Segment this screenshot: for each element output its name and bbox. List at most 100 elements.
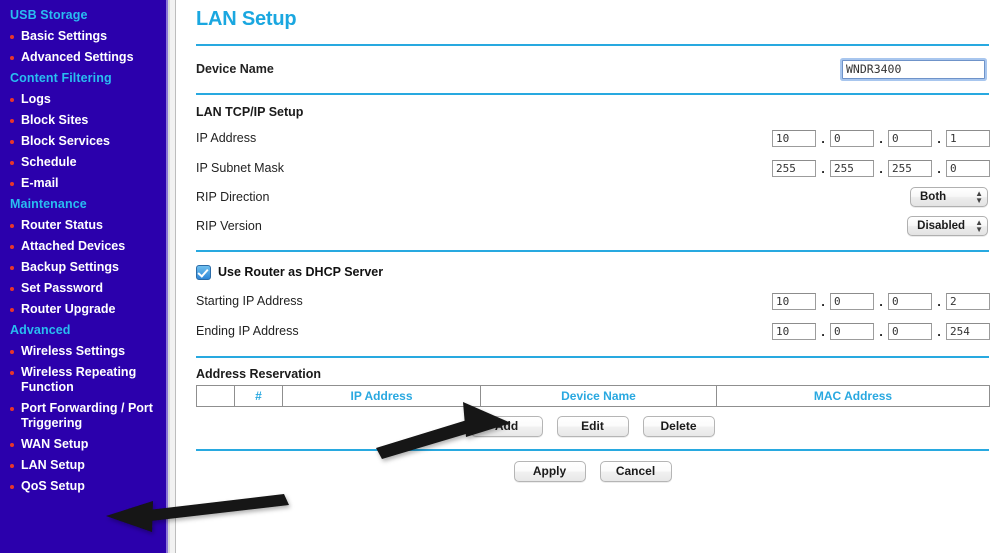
edit-button[interactable]: Edit: [556, 416, 629, 437]
sidebar-item-set-password[interactable]: Set Password: [0, 278, 166, 299]
sidebar-item-label: WAN Setup: [21, 437, 89, 451]
ending-ip-octet-1-input[interactable]: [772, 322, 816, 340]
subnet-mask-octet-3-input[interactable]: [888, 159, 932, 177]
bullet-icon: [10, 371, 14, 375]
octet-separator: .: [879, 293, 883, 309]
sidebar-item-basic-settings[interactable]: Basic Settings: [0, 26, 166, 47]
table-header-mac-address: MAC Address: [716, 385, 990, 407]
main-content: LAN Setup Device Name LAN TCP/IP Setup I…: [184, 0, 1000, 553]
bullet-icon: [10, 98, 14, 102]
rip-direction-field: Both ▲ ▼: [910, 187, 988, 207]
sidebar-item-block-services[interactable]: Block Services: [0, 131, 166, 152]
ip-address-octet-4-input[interactable]: [946, 129, 990, 147]
table-action-buttons: Add Edit Delete: [196, 416, 989, 437]
ending-ip-octet-3-input[interactable]: [888, 322, 932, 340]
starting-ip-octet-2-input[interactable]: [830, 292, 874, 310]
sidebar-item-wan-setup[interactable]: WAN Setup: [0, 434, 166, 455]
subnet-mask-row: IP Subnet Mask ...: [190, 155, 990, 181]
rip-version-select[interactable]: Disabled ▲ ▼: [907, 216, 988, 236]
device-name-label: Device Name: [196, 62, 274, 76]
octet-separator: .: [937, 160, 941, 176]
octet-separator: .: [821, 160, 825, 176]
sidebar-item-attached-devices[interactable]: Attached Devices: [0, 236, 166, 257]
checkbox-checked-icon[interactable]: [196, 264, 211, 280]
dhcp-server-checkbox-row[interactable]: Use Router as DHCP Server: [190, 260, 990, 284]
sidebar-item-label: Schedule: [21, 155, 77, 169]
sidebar-item-label: Basic Settings: [21, 29, 108, 43]
ip-address-row: IP Address ...: [190, 125, 990, 151]
sidebar-item-backup-settings[interactable]: Backup Settings: [0, 257, 166, 278]
table-header-row: # IP Address Device Name MAC Address: [196, 385, 990, 407]
starting-ip-octet-4-input[interactable]: [946, 292, 990, 310]
ending-ip-octet-2-input[interactable]: [830, 322, 874, 340]
bullet-icon: [10, 119, 14, 123]
starting-ip-row: Starting IP Address ...: [190, 288, 990, 314]
sidebar-item-router-upgrade[interactable]: Router Upgrade: [0, 299, 166, 320]
ip-address-octet-3-input[interactable]: [888, 129, 932, 147]
bullet-icon: [10, 350, 14, 354]
subnet-mask-octet-4-input[interactable]: [946, 159, 990, 177]
sidebar-section-content-filtering: Content Filtering: [10, 71, 112, 85]
select-arrows-icon: ▲ ▼: [975, 189, 983, 205]
bullet-icon: [10, 485, 14, 489]
subnet-mask-octet-2-input[interactable]: [830, 159, 874, 177]
octet-separator: .: [937, 130, 941, 146]
ending-ip-octets: ...: [772, 322, 990, 340]
add-button[interactable]: Add: [470, 416, 543, 437]
bullet-icon: [10, 464, 14, 468]
octet-separator: .: [937, 323, 941, 339]
rip-direction-value: Both: [920, 191, 947, 203]
sidebar-item-wireless-settings[interactable]: Wireless Settings: [0, 341, 166, 362]
divider-after-device-name: [196, 93, 989, 95]
cancel-button[interactable]: Cancel: [599, 461, 672, 482]
rip-direction-select[interactable]: Both ▲ ▼: [910, 187, 988, 207]
octet-separator: .: [879, 160, 883, 176]
sidebar-item-label: Wireless Settings: [21, 344, 126, 358]
starting-ip-octet-3-input[interactable]: [888, 292, 932, 310]
sidebar-nav: USB Storage Basic Settings Advanced Settin…: [0, 0, 166, 553]
ip-address-octet-1-input[interactable]: [772, 129, 816, 147]
table-header-select: [196, 385, 235, 407]
rip-version-value: Disabled: [917, 220, 966, 232]
octet-separator: .: [821, 293, 825, 309]
rip-direction-label: RIP Direction: [196, 190, 270, 204]
sidebar-item-schedule[interactable]: Schedule: [0, 152, 166, 173]
ending-ip-octet-4-input[interactable]: [946, 322, 990, 340]
divider-top: [196, 44, 989, 46]
router-admin-page: USB Storage Basic Settings Advanced Settin…: [0, 0, 1000, 553]
bullet-icon: [10, 407, 14, 411]
sidebar-item-port-forwarding-port-triggering[interactable]: Port Forwarding / Port Triggering: [0, 398, 166, 434]
octet-separator: .: [821, 323, 825, 339]
table-header-device-name: Device Name: [480, 385, 717, 407]
sidebar-item-qos-setup[interactable]: QoS Setup: [0, 476, 166, 497]
table-header--: #: [234, 385, 283, 407]
sidebar-item-label: Router Status: [21, 218, 103, 232]
starting-ip-octet-1-input[interactable]: [772, 292, 816, 310]
bullet-icon: [10, 287, 14, 291]
sidebar-item-router-status[interactable]: Router Status: [0, 215, 166, 236]
sidebar-item-wireless-repeating-function[interactable]: Wireless Repeating Function: [0, 362, 166, 398]
bullet-icon: [10, 161, 14, 165]
delete-button[interactable]: Delete: [642, 416, 715, 437]
subnet-mask-octet-1-input[interactable]: [772, 159, 816, 177]
sidebar-item-block-sites[interactable]: Block Sites: [0, 110, 166, 131]
divider-after-tcpip: [196, 250, 989, 252]
sidebar-item-advanced-settings[interactable]: Advanced Settings: [0, 47, 166, 68]
ip-address-label: IP Address: [196, 131, 257, 145]
sidebar-item-label: QoS Setup: [21, 479, 85, 493]
sidebar-item-logs[interactable]: Logs: [0, 89, 166, 110]
sidebar-item-lan-setup[interactable]: LAN Setup: [0, 455, 166, 476]
sidebar-section-usb-storage: USB Storage: [10, 8, 88, 22]
ip-address-octet-2-input[interactable]: [830, 129, 874, 147]
address-reservation-heading: Address Reservation: [196, 367, 322, 381]
device-name-field-group: [842, 59, 985, 79]
ending-ip-row: Ending IP Address ...: [190, 318, 990, 344]
apply-button[interactable]: Apply: [513, 461, 586, 482]
bullet-icon: [10, 245, 14, 249]
sidebar-item-label: Logs: [21, 92, 51, 106]
sidebar-item-e-mail[interactable]: E-mail: [0, 173, 166, 194]
dhcp-server-checkbox-label: Use Router as DHCP Server: [218, 265, 384, 279]
sidebar-item-label: Router Upgrade: [21, 302, 116, 316]
ending-ip-label: Ending IP Address: [196, 324, 299, 338]
device-name-input[interactable]: [842, 59, 985, 79]
